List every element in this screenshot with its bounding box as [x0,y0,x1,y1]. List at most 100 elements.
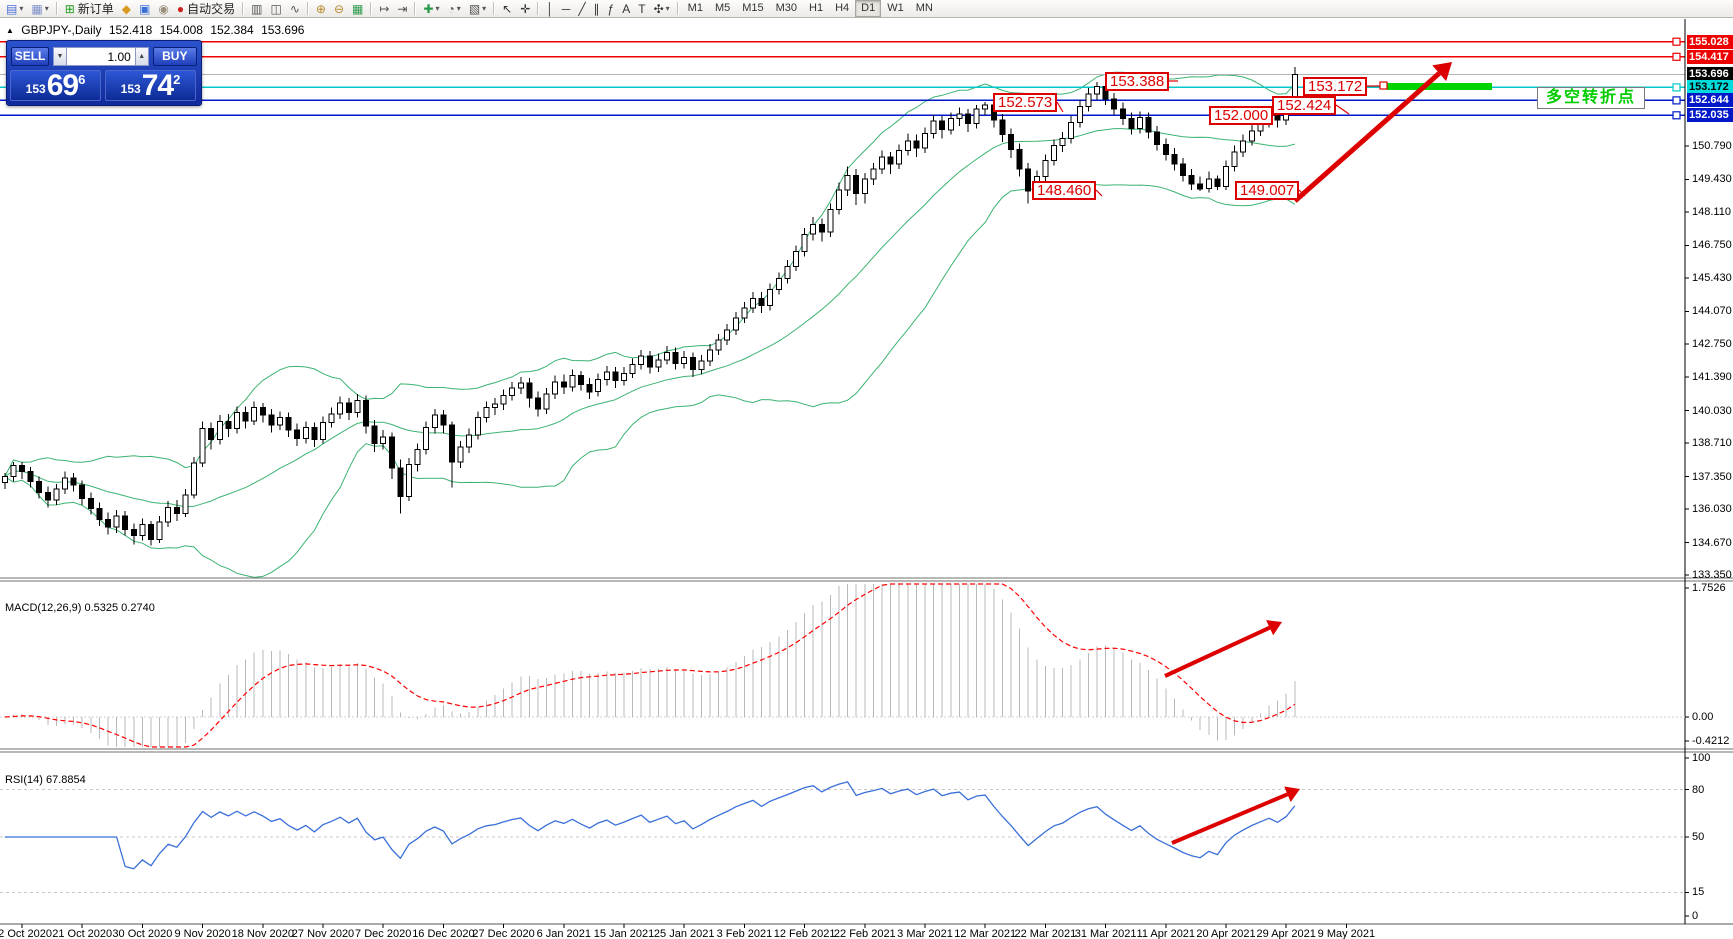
indicators-button[interactable]: ✚▾ [419,0,443,18]
metaeditor-button[interactable]: ◆ [118,0,135,18]
price-annotation[interactable]: 149.007 [1235,181,1299,200]
new-order-button[interactable]: ⊞新订单 [61,0,118,18]
crosshair-icon: ✛ [520,1,530,17]
timeframe-m5-button[interactable]: M5 [709,0,736,17]
price-annotation[interactable]: 153.172 [1303,77,1367,96]
chart-shift-button[interactable]: ⇥ [393,0,411,18]
crosshair-button[interactable]: ✛ [516,0,534,18]
rsi-line [5,782,1295,869]
dropdown-caret-icon: ▾ [436,4,440,13]
market-watch-icon: ▣ [139,1,150,17]
chart-canvas[interactable] [0,19,1733,939]
buy-price-small: 153 [121,82,141,96]
metaeditor-icon: ◆ [122,1,131,17]
one-click-trading-panel: SELL ▼ ▲ BUY 153 69 6 153 74 2 [6,40,202,106]
zoom-out-button[interactable]: ⊖ [330,0,348,18]
macd-signal-line [5,584,1295,747]
new-order-label: 新订单 [78,0,114,17]
vertical-line-button[interactable]: │ [542,0,558,18]
mt4-terminal: ▤▾▦▾⊞新订单◆▣◉●自动交易▥◫∿⊕⊖▦↦⇥✚▾◔▾▧▾↖✛│─╱∥ƒAT✣… [0,0,1733,939]
sell-price-small: 153 [26,82,46,96]
text-label-button[interactable]: T [634,0,649,18]
templates-button[interactable]: ▧▾ [465,0,490,18]
profiles-icon: ▦ [31,1,42,17]
new-order-icon: ⊞ [65,1,75,17]
timeframe-m1-button[interactable]: M1 [682,0,709,17]
sell-price-sup: 6 [78,72,85,87]
periods-icon: ◔ [448,1,455,17]
horizontal-line-icon: ─ [562,1,571,17]
timeframe-w1-button[interactable]: W1 [881,0,910,17]
cursor-button[interactable]: ↖ [498,0,516,18]
toolbar-separator [242,2,244,15]
bar-chart-icon: ▥ [251,1,262,17]
cursor-icon: ↖ [502,1,512,17]
candlestick-chart-icon: ◫ [270,1,281,17]
sell-price-big: 69 [47,73,78,99]
trendline-button[interactable]: ╱ [574,0,589,18]
vertical-line-icon: │ [546,1,554,17]
analysis-note-box[interactable]: 多空转折点 [1537,87,1645,109]
chart-window: ▲ GBPJPY-,Daily 152.418 154.008 152.384 … [0,19,1733,939]
toolbar-separator [370,2,372,15]
line-chart-icon: ∿ [290,1,300,17]
timeframe-mn-button[interactable]: MN [910,0,939,17]
trendline-icon: ╱ [578,1,585,17]
auto-scroll-icon: ↦ [379,1,389,17]
profiles-button[interactable]: ▦▾ [27,0,52,18]
candlestick-chart-button[interactable]: ◫ [266,0,285,18]
market-watch-button[interactable]: ▣ [135,0,154,18]
arrows-icon: ✣ [654,1,664,17]
ohlc-close: 153.696 [261,23,304,37]
price-annotation[interactable]: 148.460 [1032,181,1096,200]
candles-layer [2,67,1297,546]
buy-price-sup: 2 [173,72,180,87]
text-button[interactable]: A [618,0,634,18]
equidistant-channel-icon: ∥ [594,1,600,17]
price-annotation[interactable]: 152.424 [1272,96,1336,115]
timeframe-d1-button[interactable]: D1 [855,0,881,17]
tile-windows-button[interactable]: ▦ [348,0,367,18]
signals-button[interactable]: ◉ [154,0,172,18]
toolbar-separator [307,2,309,15]
bollinger-lower-band [5,183,1295,578]
zoom-out-icon: ⊖ [334,1,344,17]
sell-price-display[interactable]: 153 69 6 [10,70,101,101]
timeframe-h4-button[interactable]: H4 [829,0,855,17]
text-label-icon: T [638,1,645,17]
auto-scroll-button[interactable]: ↦ [375,0,393,18]
toolbar-separator [537,2,539,15]
buy-button[interactable]: BUY [153,47,197,66]
price-annotation[interactable]: 152.000 [1209,106,1273,125]
autotrading-button[interactable]: ●自动交易 [173,0,239,18]
price-annotation[interactable]: 153.388 [1105,72,1169,91]
toolbar-separator [493,2,495,15]
horizontal-line-button[interactable]: ─ [558,0,575,18]
sell-button[interactable]: SELL [11,47,49,66]
periods-button[interactable]: ◔▾ [444,0,465,18]
indicators-icon: ✚ [423,1,433,17]
zoom-in-icon: ⊕ [316,1,326,17]
buy-price-display[interactable]: 153 74 2 [105,70,196,101]
arrows-button[interactable]: ✣▾ [650,0,674,18]
timeframe-h1-button[interactable]: H1 [803,0,829,17]
price-annotation[interactable]: 152.573 [993,93,1057,112]
macd-indicator-label: MACD(12,26,9) 0.5325 0.2740 [5,602,155,614]
timeframe-m30-button[interactable]: M30 [770,0,803,17]
dropdown-caret-icon: ▾ [19,4,23,13]
volume-decrement-button[interactable]: ▼ [53,47,67,66]
zoom-in-button[interactable]: ⊕ [312,0,330,18]
equidistant-channel-button[interactable]: ∥ [590,0,604,18]
collapse-panel-icon[interactable]: ▲ [6,26,14,35]
bar-chart-button[interactable]: ▥ [247,0,266,18]
dropdown-caret-icon: ▾ [45,4,49,13]
line-chart-button[interactable]: ∿ [286,0,304,18]
bollinger-upper-band [5,72,1295,476]
fibonacci-button[interactable]: ƒ [604,0,619,18]
new-chart-button[interactable]: ▤▾ [2,0,27,18]
volume-increment-button[interactable]: ▲ [135,47,149,66]
dropdown-caret-icon: ▾ [457,4,461,13]
fibonacci-icon: ƒ [608,1,615,17]
timeframe-m15-button[interactable]: M15 [736,0,769,17]
ohlc-low: 152.384 [210,23,253,37]
